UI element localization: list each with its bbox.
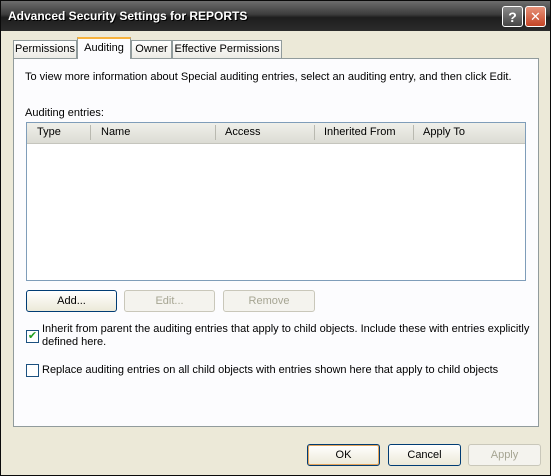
tab-owner[interactable]: Owner [131,40,172,58]
ok-button-label: OK [335,449,352,461]
edit-button[interactable]: Edit... [124,290,215,312]
inherit-label-line-1: Inherit from parent the auditing entries… [42,323,530,335]
help-icon: ? [508,8,517,25]
tab-auditing[interactable]: Auditing [77,37,131,59]
column-header-inherited-from[interactable]: Inherited From [324,126,396,138]
column-header-type[interactable]: Type [37,126,61,138]
apply-button-label: Apply [490,449,519,461]
cancel-button-label: Cancel [407,449,442,461]
add-button[interactable]: Add... [26,290,117,312]
add-button-label: Add... [57,295,86,307]
tab-label: Auditing [84,42,124,54]
window-title: Advanced Security Settings for REPORTS [8,9,248,23]
apply-button[interactable]: Apply [468,444,541,466]
tab-label: Effective Permissions [174,43,280,55]
remove-button[interactable]: Remove [223,290,315,312]
tab-label: Owner [135,43,168,55]
column-header-name[interactable]: Name [101,126,130,138]
column-divider[interactable] [413,125,414,140]
inherit-label-line-2: defined here. [42,336,107,348]
title-bar[interactable]: Advanced Security Settings for REPORTS ?… [1,1,550,31]
tab-permissions[interactable]: Permissions [13,40,77,58]
cancel-button[interactable]: Cancel [388,444,461,466]
help-button[interactable]: ? [502,6,523,27]
inherit-checkbox-label[interactable]: Inherit from parent the auditing entries… [42,323,529,349]
tab-effective-permissions[interactable]: Effective Permissions [172,40,282,58]
column-divider[interactable] [90,125,91,140]
advanced-security-settings-dialog: Advanced Security Settings for REPORTS ?… [0,0,551,476]
auditing-entries-label: Auditing entries: [25,107,104,119]
list-header: Type Name Access Inherited From Apply To [27,123,525,144]
remove-button-label: Remove [248,295,290,307]
column-header-apply-to[interactable]: Apply To [423,126,465,138]
column-header-access[interactable]: Access [225,126,260,138]
column-divider[interactable] [314,125,315,140]
inherit-checkbox[interactable]: ✔ [26,330,39,343]
replace-checkbox[interactable] [26,364,39,377]
replace-checkbox-label[interactable]: Replace auditing entries on all child ob… [42,364,498,376]
tab-label: Permissions [15,43,75,55]
column-divider[interactable] [215,125,216,140]
auditing-tab-panel: To view more information about Special a… [13,58,539,427]
auditing-description: To view more information about Special a… [25,71,512,83]
ok-button[interactable]: OK [307,444,380,466]
close-icon: ✕ [530,9,541,24]
checkmark-icon: ✔ [27,330,38,342]
auditing-entries-list[interactable]: Type Name Access Inherited From Apply To [26,122,526,281]
edit-button-label: Edit... [155,295,184,307]
close-button[interactable]: ✕ [525,6,546,27]
